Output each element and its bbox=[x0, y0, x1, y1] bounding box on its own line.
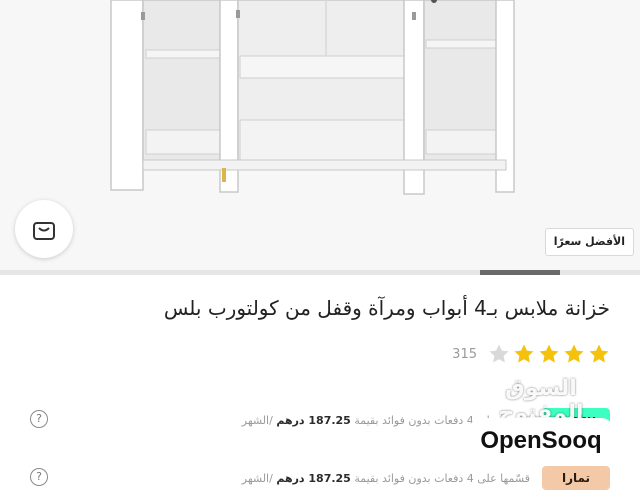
product-image bbox=[110, 0, 515, 195]
review-count: 315 bbox=[452, 346, 477, 362]
product-rating[interactable]: 315 bbox=[452, 343, 610, 365]
installment-period: /الشهر bbox=[241, 471, 273, 485]
gallery-progress-indicator bbox=[480, 270, 560, 275]
info-icon[interactable]: ? bbox=[30, 410, 48, 428]
opensooq-logo: OpenSooq bbox=[470, 418, 612, 464]
installment-period: /الشهر bbox=[241, 413, 273, 427]
installment-amount: 187.25 درهم bbox=[276, 413, 351, 427]
rating-stars bbox=[485, 343, 610, 365]
installment-amount: 187.25 درهم bbox=[276, 471, 351, 485]
star-filled-icon bbox=[589, 344, 609, 363]
opensooq-watermark: السوق المفتوح OpenSooq bbox=[466, 376, 616, 480]
info-icon[interactable]: ? bbox=[30, 468, 48, 486]
product-image-gallery[interactable]: الأفضل سعرًا bbox=[0, 0, 640, 270]
product-title: خزانة ملابس بـ4 أبواب ومرآة وقفل من كولت… bbox=[163, 296, 610, 320]
gallery-progress-bar bbox=[0, 270, 640, 275]
star-filled-icon bbox=[564, 344, 584, 363]
best-price-badge: الأفضل سعرًا bbox=[544, 228, 634, 256]
star-empty-icon bbox=[489, 344, 509, 363]
add-to-cart-button[interactable] bbox=[15, 200, 73, 258]
star-filled-icon bbox=[539, 344, 559, 363]
shopping-bag-icon bbox=[33, 222, 55, 240]
star-filled-icon bbox=[514, 344, 534, 363]
